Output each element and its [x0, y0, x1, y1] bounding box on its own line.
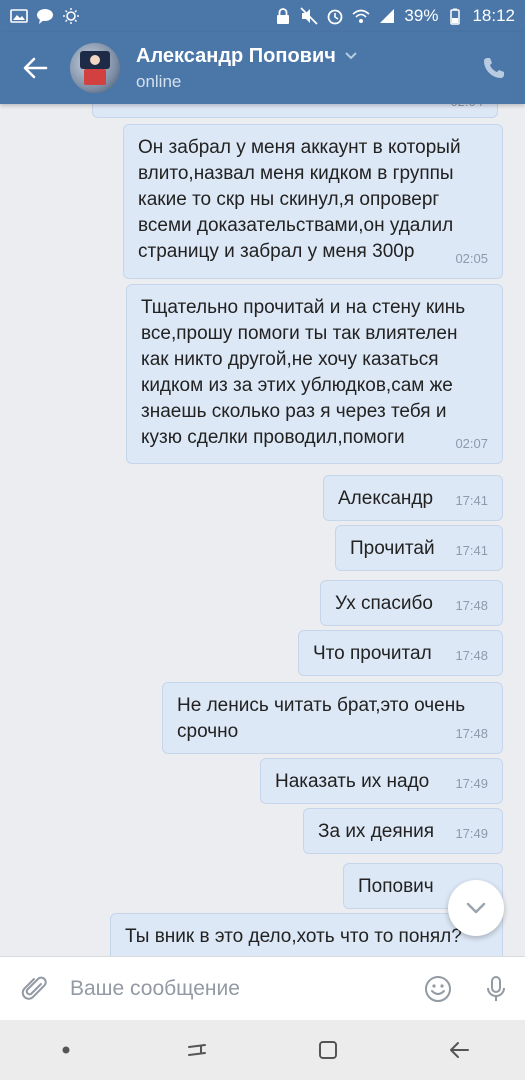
phone-icon — [484, 58, 504, 78]
arrow-left-icon — [23, 57, 48, 79]
battery-percent: 39% — [404, 6, 439, 25]
message-bubble[interactable]: Ух спасибо 17:48 — [320, 580, 503, 626]
message-time: 17:48 — [455, 726, 488, 741]
battery-icon — [446, 7, 464, 25]
mute-icon — [300, 7, 319, 25]
message-text: Он забрал у меня аккаунт в который влито… — [138, 137, 461, 262]
gallery-icon — [10, 7, 28, 25]
message-bubble[interactable]: Александр 17:41 — [323, 475, 503, 521]
message-text: Ты вник в это дело,хоть что то понял? — [125, 926, 462, 947]
message-bubble[interactable]: Наказать их надо 17:49 — [260, 758, 503, 804]
contact-info[interactable]: Александр Попович online — [136, 45, 463, 92]
emoji-button[interactable] — [409, 957, 467, 1021]
contact-status: online — [136, 71, 182, 91]
message-bubble[interactable]: Прочитай 17:41 — [335, 525, 503, 571]
message-time: 17:49 — [455, 826, 488, 841]
message-time: 17:48 — [455, 648, 488, 663]
back-nav-button[interactable] — [429, 1020, 489, 1080]
signal-icon — [378, 7, 396, 25]
message-bubble[interactable]: За их деяния 17:49 — [303, 808, 503, 854]
message-bubble[interactable]: 02:04 — [92, 104, 498, 118]
chat-header: Александр Попович online — [0, 32, 525, 104]
message-bubble[interactable]: Что прочитал 17:48 — [298, 630, 503, 676]
message-bubble[interactable]: Не ленись читать брат,это очень срочно 1… — [162, 682, 503, 754]
chevron-down-icon — [344, 45, 358, 68]
message-text: Что прочитал — [313, 643, 432, 664]
recent-apps-button[interactable] — [167, 1020, 227, 1080]
message-text: Не ленись читать брат,это очень срочно — [177, 695, 466, 742]
back-button[interactable] — [0, 32, 70, 104]
voice-message-button[interactable] — [467, 957, 525, 1021]
message-bubble[interactable]: Он забрал у меня аккаунт в который влито… — [123, 124, 503, 279]
scroll-down-button[interactable] — [448, 880, 504, 936]
message-text: Прочитай — [350, 538, 435, 559]
message-time: 02:07 — [455, 436, 488, 451]
contact-name: Александр Попович — [136, 45, 463, 68]
back-arrow-icon — [450, 1042, 470, 1058]
message-time: 17:41 — [455, 543, 488, 558]
recent-apps-icon — [187, 1044, 206, 1056]
smiley-icon — [425, 975, 451, 1002]
message-text: За их деяния — [318, 821, 435, 842]
status-bar: 39% 18:12 — [0, 0, 525, 32]
message-text: Александр — [338, 488, 434, 509]
message-composer — [0, 956, 525, 1020]
avatar[interactable] — [70, 43, 120, 93]
message-time: 17:49 — [455, 776, 488, 791]
clock: 18:12 — [472, 6, 515, 25]
message-bubble[interactable]: Ты вник в это дело,хоть что то понял? — [110, 913, 503, 956]
message-time: 17:48 — [455, 598, 488, 613]
message-text: Ух спасибо — [335, 593, 433, 614]
chevron-down-icon — [466, 902, 486, 914]
wifi-icon — [352, 7, 370, 25]
message-bubble[interactable]: Тщательно прочитай и на стену кинь все,п… — [126, 284, 503, 464]
message-text: Наказать их надо — [275, 771, 430, 792]
nav-dot-button[interactable] — [36, 1020, 96, 1080]
status-bar-left — [10, 7, 80, 25]
message-time: 17:41 — [455, 493, 488, 508]
call-button[interactable] — [463, 32, 525, 104]
message-list[interactable]: 02:04 Он забрал у меня аккаунт в который… — [0, 104, 525, 956]
chat-bubble-icon — [36, 7, 54, 25]
message-input[interactable] — [70, 976, 409, 1001]
chat-screen: 39% 18:12 Александр Попович online Он за… — [0, 0, 525, 1080]
message-text: Попович — [358, 876, 434, 897]
status-bar-right: 39% 18:12 — [274, 6, 515, 26]
microphone-icon — [487, 975, 505, 1001]
message-text: Тщательно прочитай и на стену кинь все,п… — [141, 297, 466, 448]
attach-button[interactable] — [0, 957, 70, 1021]
paperclip-icon — [21, 976, 47, 1000]
dot-icon — [62, 1046, 70, 1054]
lock-icon — [274, 7, 292, 25]
home-button[interactable] — [298, 1020, 358, 1080]
alarm-icon — [326, 7, 344, 25]
home-icon — [319, 1041, 338, 1059]
message-time: 02:04 — [450, 104, 483, 115]
message-time: 02:05 — [455, 251, 488, 266]
system-nav-bar — [0, 1020, 525, 1080]
brightness-icon — [62, 7, 80, 25]
